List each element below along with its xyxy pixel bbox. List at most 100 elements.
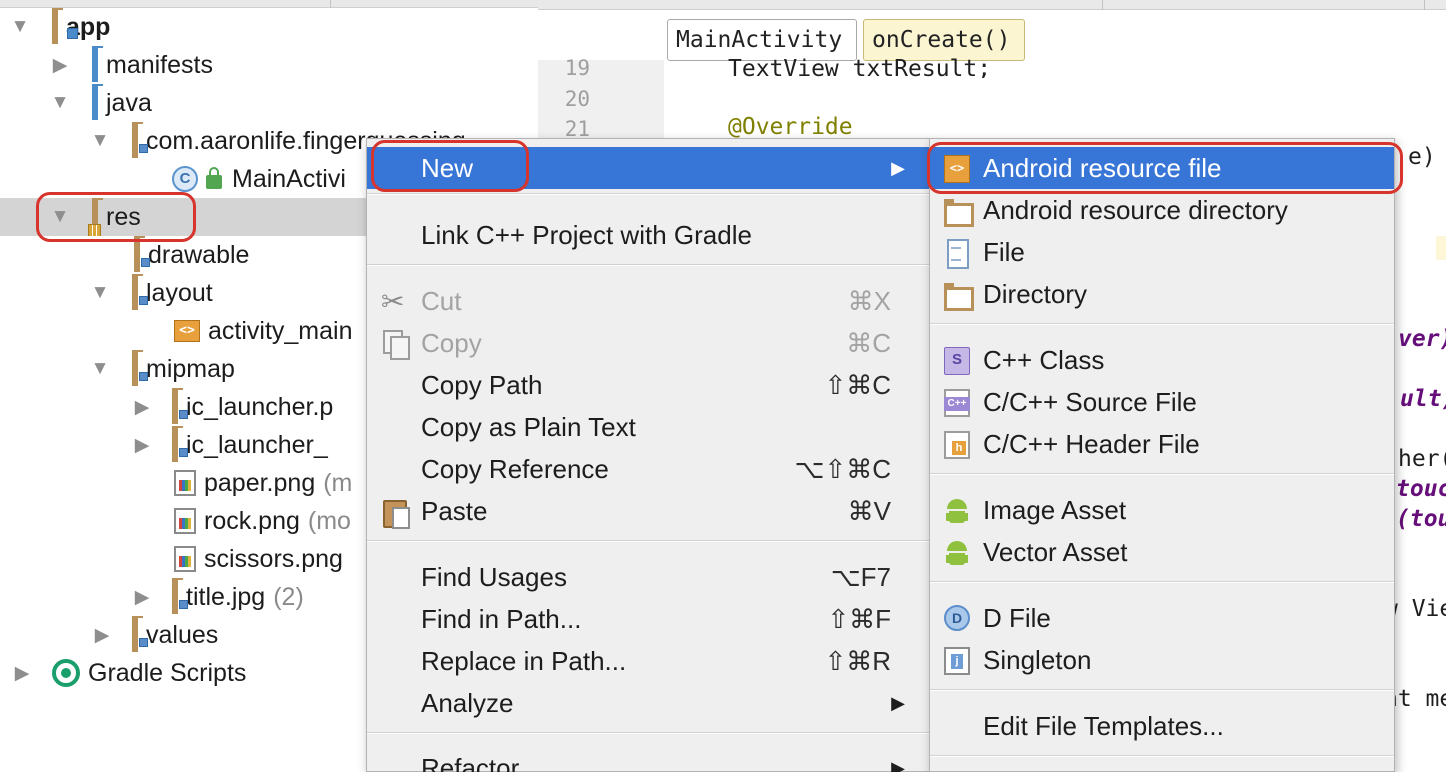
- collapsed-arrow-icon[interactable]: ▶: [10, 662, 34, 685]
- folder-icon: [134, 236, 150, 272]
- package-folder-icon: [132, 122, 148, 158]
- submenu-item-edit-file-templates[interactable]: Edit File Templates...: [930, 705, 1394, 747]
- submenu-item-android-resource-directory[interactable]: Android resource directory: [930, 189, 1394, 231]
- breadcrumb-oncreate[interactable]: onCreate(): [863, 19, 1025, 61]
- menu-item-copy-path[interactable]: Copy Path ⇧⌘C: [367, 364, 929, 406]
- menu-item-cut[interactable]: ✂ Cut ⌘X: [367, 280, 929, 322]
- expanded-arrow-icon[interactable]: ▼: [48, 206, 72, 228]
- menu-item-copy-reference[interactable]: Copy Reference ⌥⇧⌘C: [367, 448, 929, 490]
- collapsed-arrow-icon[interactable]: ▶: [48, 54, 72, 77]
- menu-item-link-cpp[interactable]: Link C++ Project with Gradle: [367, 214, 929, 256]
- singleton-icon: j: [944, 647, 970, 675]
- file-icon: [944, 239, 970, 269]
- d-file-icon: D: [944, 605, 970, 631]
- code-fragment: e): [1408, 144, 1436, 170]
- copy-icon: [381, 330, 410, 360]
- tree-item-java[interactable]: ▼ java: [0, 84, 538, 122]
- android-icon: [944, 539, 970, 567]
- menu-item-find-in-path[interactable]: Find in Path... ⇧⌘F: [367, 598, 929, 640]
- expanded-arrow-icon[interactable]: ▼: [88, 130, 112, 152]
- submenu-arrow-icon: ▶: [891, 693, 905, 713]
- image-file-icon: [174, 546, 196, 572]
- folder-icon: [944, 197, 974, 227]
- expanded-arrow-icon[interactable]: ▼: [48, 92, 72, 114]
- collapsed-arrow-icon[interactable]: ▶: [90, 624, 114, 647]
- code-fragment: her(: [1398, 446, 1446, 472]
- folder-icon: [132, 274, 148, 310]
- menu-separator: [930, 323, 1394, 325]
- expanded-arrow-icon[interactable]: ▼: [88, 358, 112, 380]
- code-fragment: ver): [1398, 326, 1446, 352]
- cpp-class-icon: S: [944, 347, 970, 375]
- folder-icon: [92, 84, 98, 120]
- folder-icon: [132, 350, 148, 386]
- submenu-item-vector-asset[interactable]: Vector Asset: [930, 531, 1394, 573]
- expanded-arrow-icon[interactable]: ▼: [88, 282, 112, 304]
- image-file-icon: [174, 470, 196, 496]
- submenu-item-d-file[interactable]: D D File: [930, 597, 1394, 639]
- menu-item-copy[interactable]: Copy ⌘C: [367, 322, 929, 364]
- folder-icon: [132, 616, 148, 652]
- code-line-19[interactable]: TextView txtResult;: [728, 56, 991, 78]
- xml-file-icon: <>: [174, 320, 200, 342]
- menu-item-find-usages[interactable]: Find Usages ⌥F7: [367, 556, 929, 598]
- new-submenu: <> Android resource file Android resourc…: [929, 138, 1395, 772]
- menu-separator: [367, 264, 929, 266]
- menu-item-copy-plain-text[interactable]: Copy as Plain Text: [367, 406, 929, 448]
- folder-icon: [172, 578, 188, 614]
- line-number: 20: [564, 87, 590, 111]
- collapsed-arrow-icon[interactable]: ▶: [130, 396, 154, 419]
- menu-separator: [930, 473, 1394, 475]
- paste-icon: [381, 498, 410, 529]
- menu-item-analyze[interactable]: Analyze ▶: [367, 682, 929, 724]
- menu-separator: [930, 581, 1394, 583]
- menu-item-refactor[interactable]: Refactor ▶: [367, 747, 929, 772]
- tree-item-manifests[interactable]: ▶ manifests: [0, 46, 538, 84]
- code-fragment: (tou: [1396, 506, 1446, 532]
- menu-separator: [367, 540, 929, 542]
- tree-item-app[interactable]: ▼ app: [0, 8, 538, 46]
- editor-tab-bar: [538, 0, 1446, 10]
- module-folder-icon: [52, 8, 78, 44]
- submenu-item-directory[interactable]: Directory: [930, 273, 1394, 315]
- current-line-highlight: [1436, 236, 1446, 260]
- submenu-item-image-asset[interactable]: Image Asset: [930, 489, 1394, 531]
- folder-icon: [92, 46, 98, 82]
- menu-separator: [367, 732, 929, 734]
- submenu-arrow-icon: ▶: [891, 758, 905, 772]
- folder-icon: [172, 426, 188, 462]
- cpp-source-icon: C++: [944, 389, 970, 417]
- code-fragment: touc: [1396, 476, 1446, 502]
- code-fragment: ult): [1400, 386, 1446, 412]
- tree-header-bar: [0, 0, 538, 8]
- submenu-item-file[interactable]: File: [930, 231, 1394, 273]
- submenu-item-singleton[interactable]: j Singleton: [930, 639, 1394, 681]
- cpp-header-icon: h: [944, 431, 970, 459]
- gradle-icon: [52, 659, 80, 687]
- menu-separator: [930, 755, 1394, 757]
- submenu-item-cpp-source-file[interactable]: C++ C/C++ Source File: [930, 381, 1394, 423]
- class-icon: C: [172, 166, 198, 192]
- expanded-arrow-icon[interactable]: ▼: [8, 16, 32, 38]
- submenu-item-cpp-class[interactable]: S C++ Class: [930, 339, 1394, 381]
- lock-icon: [206, 167, 222, 189]
- collapsed-arrow-icon[interactable]: ▶: [130, 586, 154, 609]
- submenu-item-cpp-header-file[interactable]: h C/C++ Header File: [930, 423, 1394, 465]
- menu-item-paste[interactable]: Paste ⌘V: [367, 490, 929, 532]
- breadcrumb-mainactivity[interactable]: MainActivity: [667, 19, 857, 61]
- resources-folder-icon: [88, 198, 101, 236]
- code-line-21[interactable]: @Override: [728, 114, 853, 140]
- folder-icon: [944, 281, 974, 311]
- menu-separator: [930, 689, 1394, 691]
- context-menu: New ▶ Link C++ Project with Gradle ✂ Cut…: [366, 138, 930, 772]
- menu-item-replace-in-path[interactable]: Replace in Path... ⇧⌘R: [367, 640, 929, 682]
- submenu-item-android-resource-file[interactable]: <> Android resource file: [930, 147, 1394, 189]
- menu-separator: [367, 193, 929, 195]
- submenu-arrow-icon: ▶: [891, 158, 905, 178]
- collapsed-arrow-icon[interactable]: ▶: [130, 434, 154, 457]
- android-icon: [944, 497, 970, 525]
- image-file-icon: [174, 508, 196, 534]
- line-number: 19: [564, 56, 590, 80]
- menu-item-new[interactable]: New ▶: [367, 147, 929, 189]
- scissors-icon: ✂: [381, 286, 405, 317]
